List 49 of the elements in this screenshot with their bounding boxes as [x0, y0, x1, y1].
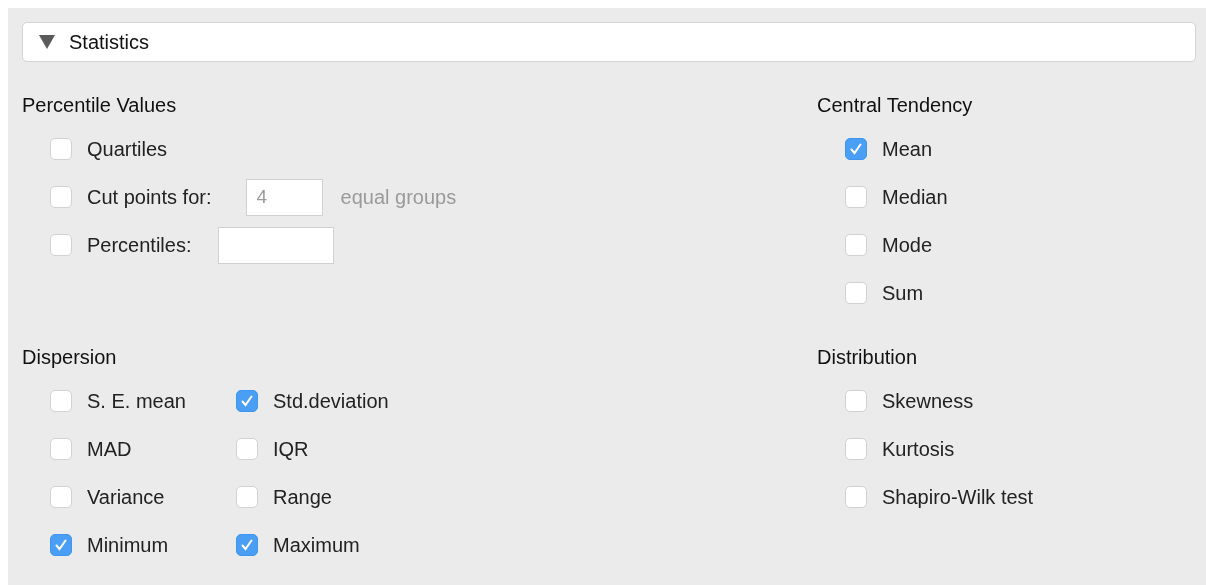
checkbox[interactable]	[50, 534, 72, 556]
checkbox-label[interactable]: IQR	[273, 437, 309, 461]
checkbox[interactable]	[236, 486, 258, 508]
checkbox-label[interactable]: Mean	[882, 137, 933, 161]
checkbox-label[interactable]: Sum	[882, 281, 924, 305]
check-icon	[240, 394, 254, 408]
checkbox-label[interactable]: Range	[273, 485, 332, 509]
checkbox-label[interactable]: MAD	[87, 437, 132, 461]
group-title: Percentile Values	[22, 93, 177, 118]
checkbox[interactable]	[50, 486, 72, 508]
checkbox-label[interactable]: Maximum	[273, 533, 360, 557]
checkbox[interactable]	[845, 234, 867, 256]
checkbox-label[interactable]: Std.deviation	[273, 389, 389, 413]
checkbox-label[interactable]: Cut points for:	[87, 185, 212, 209]
group-title: Central Tendency	[817, 93, 973, 118]
checkbox-label[interactable]: Minimum	[87, 533, 169, 557]
checkbox[interactable]	[50, 390, 72, 412]
checkbox[interactable]	[845, 186, 867, 208]
checkbox-label[interactable]: Median	[882, 185, 948, 209]
checkbox[interactable]	[845, 282, 867, 304]
checkbox[interactable]	[50, 138, 72, 160]
checkbox-label[interactable]: Kurtosis	[882, 437, 955, 461]
checkbox[interactable]	[845, 390, 867, 412]
triangle-icon	[39, 35, 55, 49]
checkbox[interactable]	[845, 486, 867, 508]
field-suffix: equal groups	[340, 185, 457, 209]
checkbox-label[interactable]: S. E. mean	[87, 389, 186, 413]
checkbox-label[interactable]: Variance	[87, 485, 165, 509]
checkbox[interactable]	[236, 438, 258, 460]
checkbox-label[interactable]: Skewness	[882, 389, 974, 413]
group-title: Distribution	[817, 345, 918, 370]
checkbox-label[interactable]: Shapiro-Wilk test	[882, 485, 1034, 509]
checkbox[interactable]	[50, 234, 72, 256]
checkbox[interactable]	[236, 534, 258, 556]
section-header[interactable]: Statistics	[22, 22, 1196, 62]
checkbox-label[interactable]: Percentiles:	[87, 233, 192, 257]
checkbox[interactable]	[845, 138, 867, 160]
section-title: Statistics	[69, 30, 150, 54]
checkbox[interactable]	[50, 186, 72, 208]
checkbox[interactable]	[50, 438, 72, 460]
check-icon	[849, 142, 863, 156]
checkbox-label[interactable]: Mode	[882, 233, 933, 257]
checkbox-label[interactable]: Quartiles	[87, 137, 168, 161]
check-icon	[54, 538, 68, 552]
check-icon	[240, 538, 254, 552]
checkbox[interactable]	[236, 390, 258, 412]
input-field[interactable]	[217, 226, 334, 264]
group-title: Dispersion	[22, 345, 117, 370]
checkbox[interactable]	[845, 438, 867, 460]
